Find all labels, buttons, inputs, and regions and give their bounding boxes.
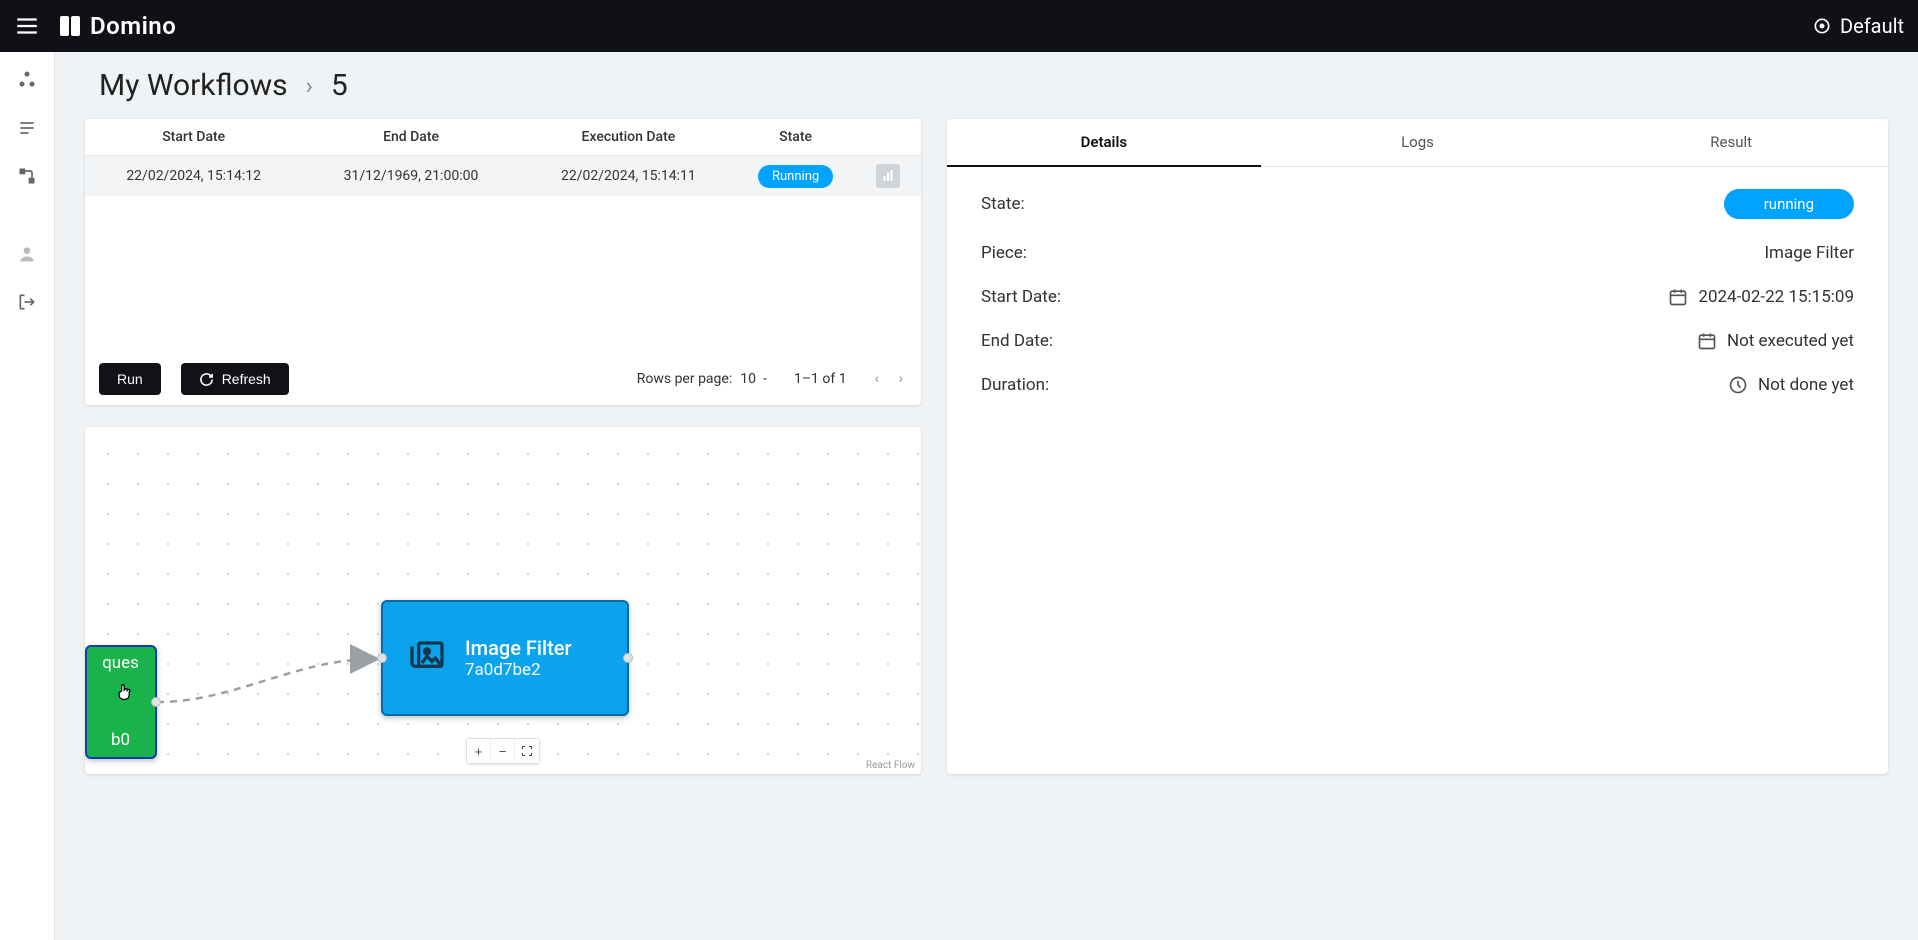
next-page-button[interactable]: › bbox=[895, 367, 907, 391]
prev-page-button[interactable]: ‹ bbox=[871, 367, 883, 391]
piece-value: Image Filter bbox=[1764, 243, 1854, 263]
rail-item-list[interactable] bbox=[13, 114, 41, 142]
run-button[interactable]: Run bbox=[99, 363, 161, 395]
flow-controls: + − bbox=[466, 738, 540, 764]
breadcrumb: My Workflows › 5 bbox=[99, 68, 1888, 103]
piece-label: Piece: bbox=[981, 243, 1027, 263]
handle-out[interactable] bbox=[623, 653, 633, 663]
detail-state: State: running bbox=[981, 189, 1854, 219]
target-icon bbox=[1812, 16, 1832, 36]
dropdown-icon bbox=[760, 374, 770, 384]
cell-end-date: 31/12/1969, 21:00:00 bbox=[302, 156, 519, 197]
cell-start-date: 22/02/2024, 15:14:12 bbox=[85, 156, 302, 197]
detail-duration: Duration: Not done yet bbox=[981, 375, 1854, 395]
cell-exec-date: 22/02/2024, 15:14:11 bbox=[520, 156, 737, 197]
rail-item-flow[interactable] bbox=[13, 162, 41, 190]
refresh-button[interactable]: Refresh bbox=[181, 363, 289, 395]
node-title: Image Filter bbox=[465, 636, 572, 660]
runs-table: Start Date End Date Execution Date State… bbox=[85, 119, 921, 196]
state-label: State: bbox=[981, 194, 1025, 214]
flow-node-image-filter[interactable]: Image Filter 7a0d7be2 bbox=[381, 600, 629, 716]
table-row[interactable]: 22/02/2024, 15:14:12 31/12/1969, 21:00:0… bbox=[85, 156, 921, 197]
rail-item-logout[interactable] bbox=[13, 288, 41, 316]
workspace-selector[interactable]: Default bbox=[1812, 14, 1904, 38]
image-stack-icon bbox=[407, 638, 447, 678]
flow-canvas-card: ques b0 Image Filter 7a0d7be2 bbox=[85, 427, 921, 774]
tab-details[interactable]: Details bbox=[947, 119, 1261, 167]
flow-node-request[interactable]: ques b0 bbox=[85, 645, 157, 759]
col-state: State bbox=[737, 119, 854, 156]
rows-per-page-label: Rows per page: bbox=[637, 371, 732, 387]
clock-icon bbox=[1728, 375, 1748, 395]
calendar-icon bbox=[1697, 331, 1717, 351]
tab-logs[interactable]: Logs bbox=[1261, 119, 1575, 167]
handle-in[interactable] bbox=[377, 653, 387, 663]
domino-icon bbox=[58, 14, 82, 38]
bar-chart-icon bbox=[881, 169, 895, 183]
handle-out[interactable] bbox=[151, 697, 161, 707]
fit-view-button[interactable] bbox=[515, 739, 539, 763]
detail-end-date: End Date: Not executed yet bbox=[981, 331, 1854, 351]
duration-label: Duration: bbox=[981, 375, 1049, 395]
main-content: My Workflows › 5 Start Date End Date Exe… bbox=[55, 52, 1918, 940]
calendar-icon bbox=[1668, 287, 1688, 307]
node-id: 7a0d7be2 bbox=[465, 660, 572, 680]
pagination: Rows per page: 10 1–1 of 1 ‹ › bbox=[637, 367, 907, 391]
menu-icon[interactable] bbox=[14, 13, 40, 39]
end-date-label: End Date: bbox=[981, 331, 1053, 351]
rows-per-page-select[interactable]: 10 bbox=[740, 371, 770, 387]
start-date-label: Start Date: bbox=[981, 287, 1061, 307]
chevron-right-icon: › bbox=[306, 72, 313, 100]
breadcrumb-section[interactable]: My Workflows bbox=[99, 68, 288, 103]
refresh-label: Refresh bbox=[222, 371, 271, 387]
detail-piece: Piece: Image Filter bbox=[981, 243, 1854, 263]
state-value: running bbox=[1724, 189, 1854, 219]
state-chip: Running bbox=[758, 165, 833, 188]
node-id-fragment: b0 bbox=[91, 728, 150, 754]
row-chart-button[interactable] bbox=[876, 164, 900, 188]
duration-value: Not done yet bbox=[1758, 375, 1854, 395]
col-end-date: End Date bbox=[302, 119, 519, 156]
workspace-label: Default bbox=[1840, 14, 1904, 38]
details-tabs: Details Logs Result bbox=[947, 119, 1888, 167]
flow-canvas[interactable]: ques b0 Image Filter 7a0d7be2 bbox=[85, 427, 921, 774]
rows-per-page-value: 10 bbox=[740, 371, 756, 387]
reactflow-attribution: React Flow bbox=[866, 760, 915, 771]
tab-result[interactable]: Result bbox=[1574, 119, 1888, 167]
left-rail bbox=[0, 52, 55, 940]
col-exec-date: Execution Date bbox=[520, 119, 737, 156]
detail-start-date: Start Date: 2024-02-22 15:15:09 bbox=[981, 287, 1854, 307]
end-date-value: Not executed yet bbox=[1727, 331, 1854, 351]
refresh-icon bbox=[199, 372, 214, 387]
breadcrumb-current: 5 bbox=[331, 68, 348, 103]
page-range: 1–1 of 1 bbox=[794, 371, 847, 387]
zoom-in-button[interactable]: + bbox=[467, 739, 491, 763]
rail-item-nodes[interactable] bbox=[13, 66, 41, 94]
rail-item-user[interactable] bbox=[13, 240, 41, 268]
brand-logo[interactable]: Domino bbox=[58, 12, 176, 40]
node-title-fragment: ques bbox=[91, 651, 150, 677]
expand-icon bbox=[521, 745, 533, 757]
start-date-value: 2024-02-22 15:15:09 bbox=[1698, 287, 1854, 307]
runs-table-card: Start Date End Date Execution Date State… bbox=[85, 119, 921, 405]
brand-label: Domino bbox=[90, 12, 176, 40]
topbar: Domino Default bbox=[0, 0, 1918, 52]
zoom-out-button[interactable]: − bbox=[491, 739, 515, 763]
table-footer: Run Refresh Rows per page: 10 bbox=[85, 353, 921, 405]
details-panel: Details Logs Result State: running Piece… bbox=[947, 119, 1888, 774]
col-start-date: Start Date bbox=[85, 119, 302, 156]
